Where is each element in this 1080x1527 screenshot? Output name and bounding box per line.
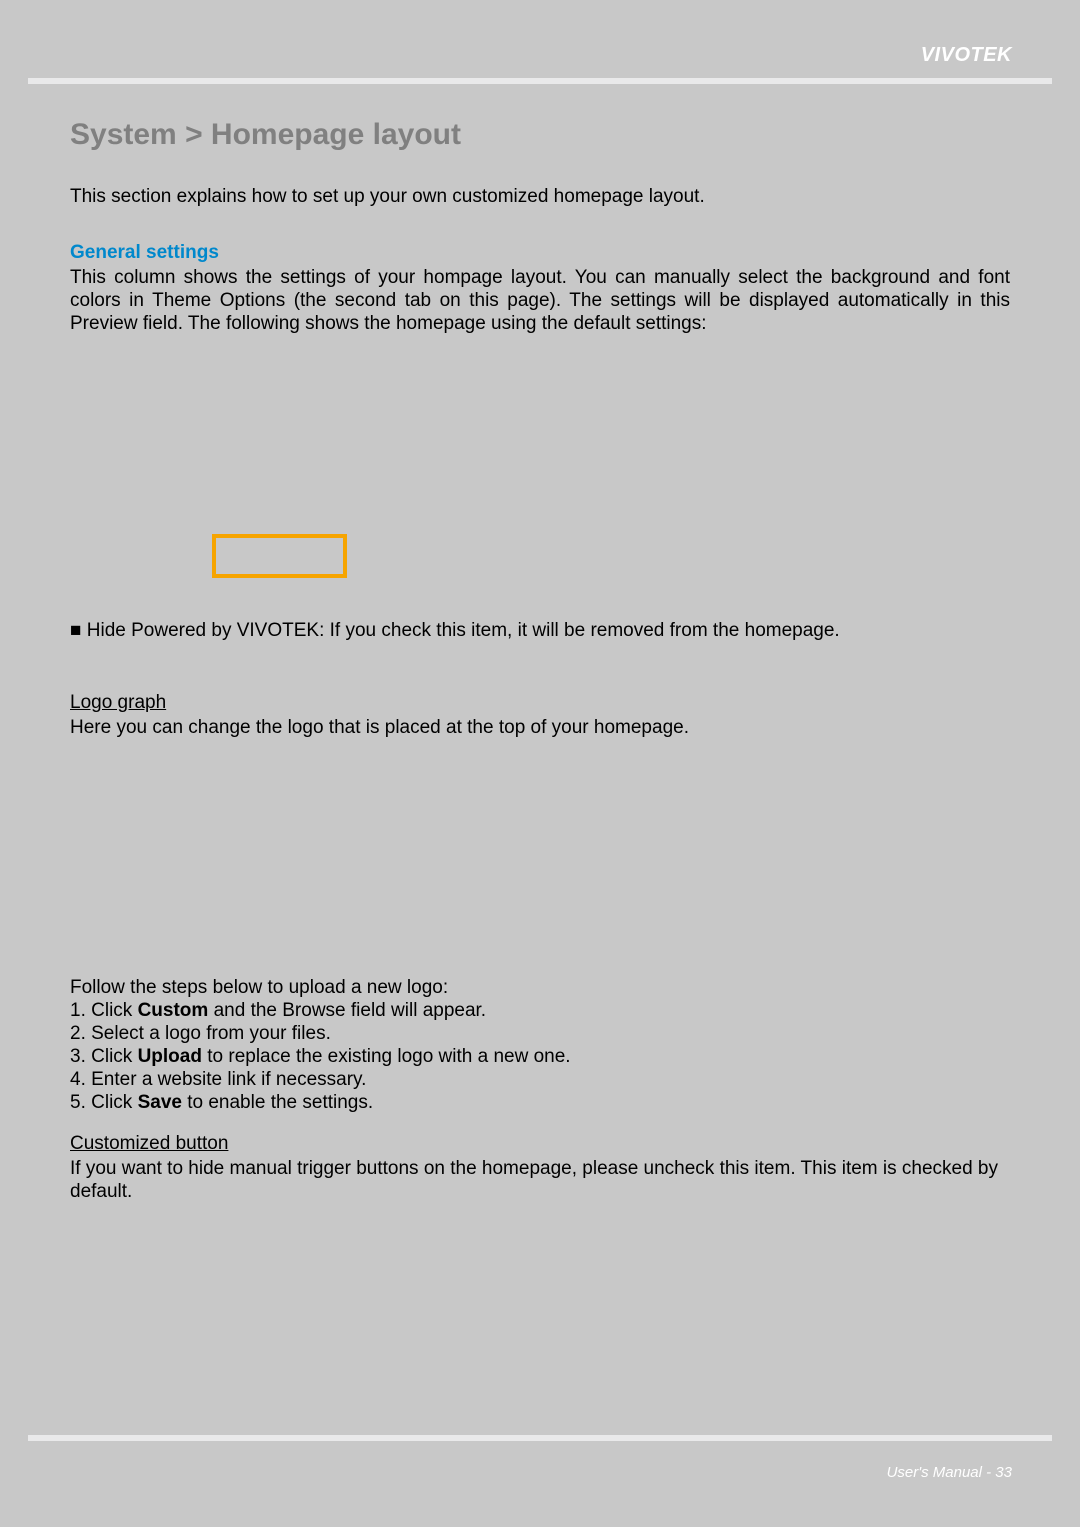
footer-label: User's Manual - 33: [887, 1464, 1012, 1481]
content-area: System > Homepage layout This section ex…: [70, 118, 1010, 1203]
list-item: 2. Select a logo from your files.: [70, 1022, 1010, 1045]
steps-intro: Follow the steps below to upload a new l…: [70, 977, 1010, 999]
list-item: 5. Click Save to enable the settings.: [70, 1091, 1010, 1114]
highlight-box: [212, 534, 347, 578]
step-bold: Save: [138, 1092, 182, 1113]
step-prefix: 2. Select a logo from your files.: [70, 1023, 331, 1044]
step-suffix: and the Browse field will appear.: [208, 1000, 486, 1021]
page-footer: User's Manual - 33: [28, 1435, 1052, 1487]
step-bold: Upload: [138, 1046, 202, 1067]
logo-graph-heading: Logo graph: [70, 692, 1010, 714]
list-item: 3. Click Upload to replace the existing …: [70, 1045, 1010, 1068]
step-prefix: 5. Click: [70, 1092, 138, 1113]
general-settings-body: This column shows the settings of your h…: [70, 266, 1010, 336]
customized-button-heading: Customized button: [70, 1133, 1010, 1155]
logo-graph-body: Here you can change the logo that is pla…: [70, 716, 1010, 739]
step-suffix: to replace the existing logo with a new …: [202, 1046, 571, 1067]
step-prefix: 4. Enter a website link if necessary.: [70, 1069, 366, 1090]
list-item: 1. Click Custom and the Browse field wil…: [70, 999, 1010, 1022]
step-prefix: 1. Click: [70, 1000, 138, 1021]
preview-placeholder: [70, 344, 1010, 564]
hide-powered-bullet: ■ Hide Powered by VIVOTEK: If you check …: [70, 620, 1010, 642]
intro-text: This section explains how to set up your…: [70, 186, 1010, 208]
page-header: VIVOTEK: [28, 32, 1052, 84]
step-bold: Custom: [138, 1000, 209, 1021]
list-item: 4. Enter a website link if necessary.: [70, 1068, 1010, 1091]
step-suffix: to enable the settings.: [182, 1092, 373, 1113]
steps-list: 1. Click Custom and the Browse field wil…: [70, 999, 1010, 1115]
step-prefix: 3. Click: [70, 1046, 138, 1067]
page-title: System > Homepage layout: [70, 118, 1010, 152]
brand-label: VIVOTEK: [921, 44, 1012, 67]
logo-area-placeholder: [70, 739, 1010, 969]
page-container: VIVOTEK System > Homepage layout This se…: [0, 0, 1080, 1527]
general-settings-heading: General settings: [70, 242, 1010, 264]
customized-button-body: If you want to hide manual trigger butto…: [70, 1157, 1010, 1203]
